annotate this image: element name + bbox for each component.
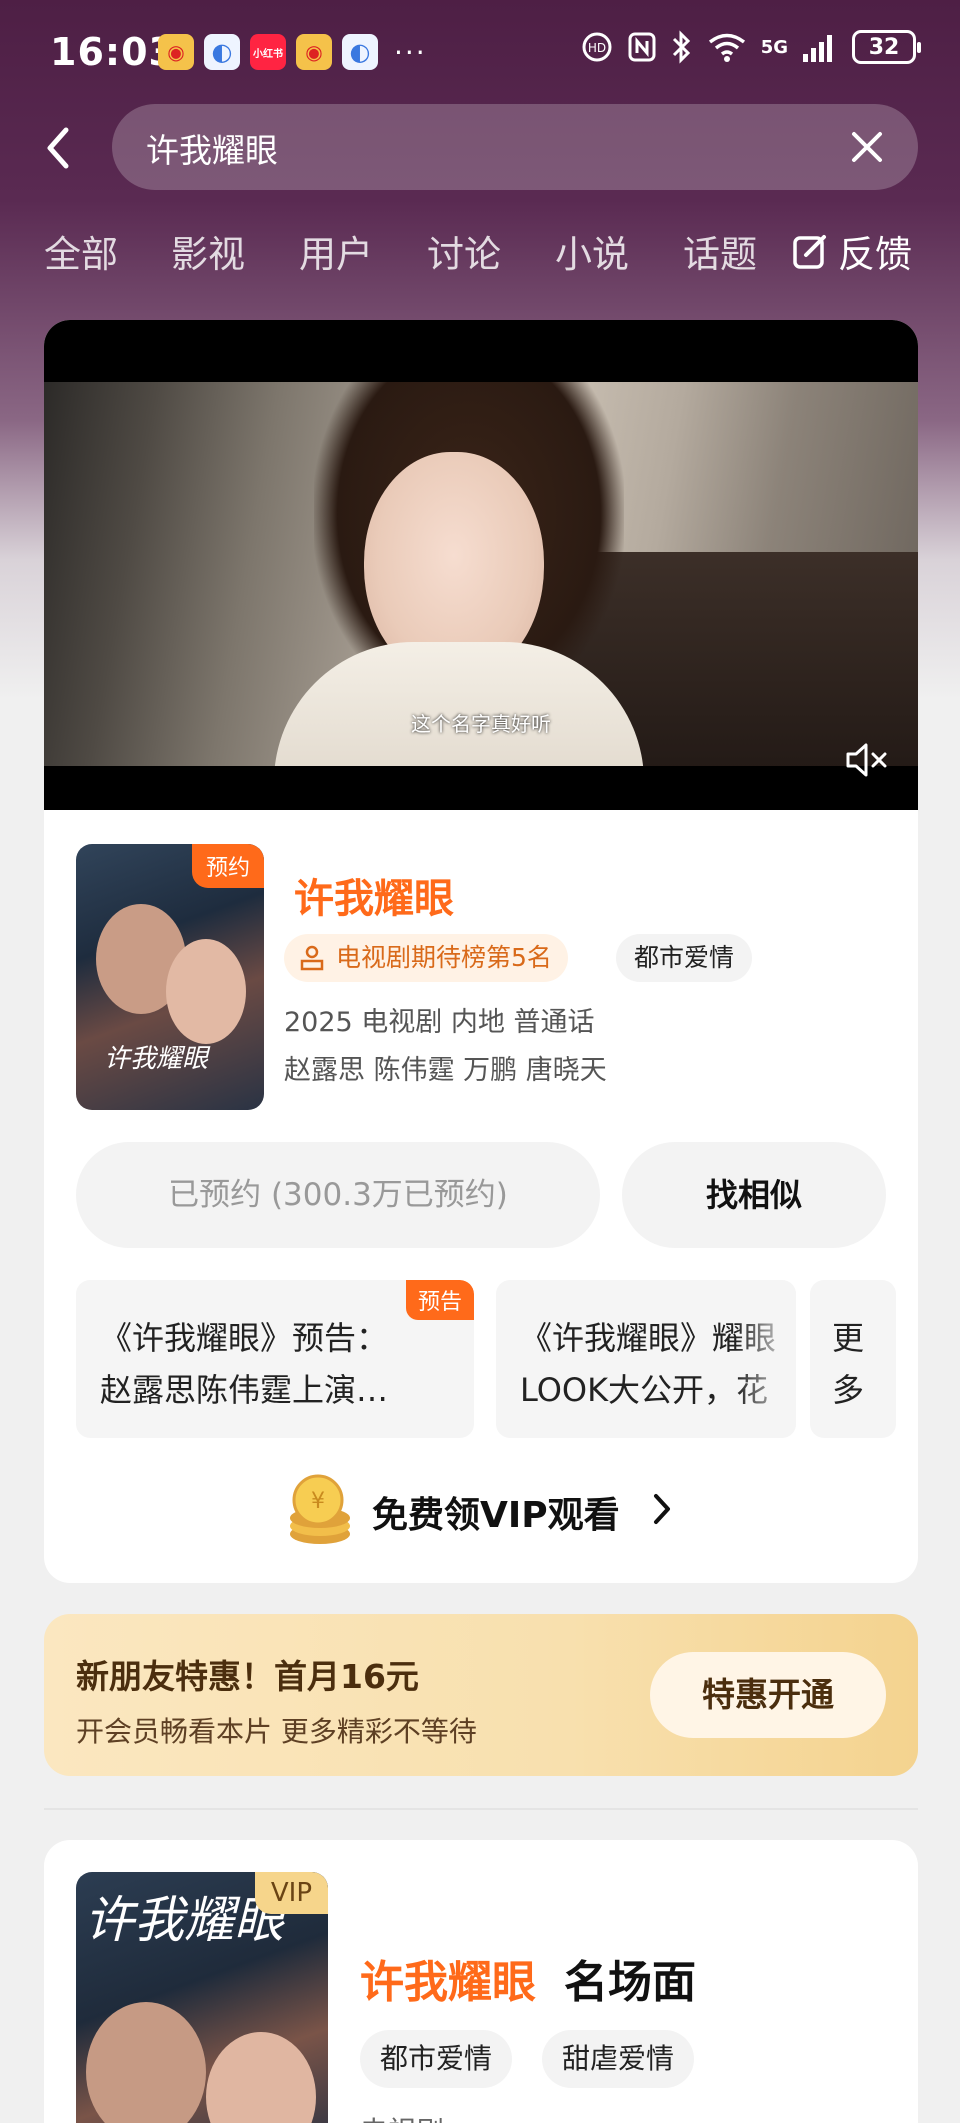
browser-icon: ◐ [204, 34, 240, 70]
divider [44, 1808, 918, 1810]
gold-coin-icon: ¥ [290, 1474, 350, 1544]
poster-figure [206, 2032, 316, 2123]
more-notifications-icon: ··· [394, 35, 427, 69]
clear-search-icon[interactable] [846, 126, 888, 168]
find-similar-button[interactable]: 找相似 [622, 1142, 886, 1248]
browser-icon: ◐ [342, 34, 378, 70]
svg-text:HD: HD [588, 41, 606, 55]
poster-figure [86, 2002, 206, 2123]
battery-indicator: 32 [852, 30, 921, 64]
genre-tag[interactable]: 都市爱情 [360, 2030, 513, 2088]
nfc-icon [628, 32, 656, 62]
ranking-label: 电视剧期待榜第5名 [336, 943, 552, 972]
vip-badge: VIP [254, 1872, 328, 1914]
promo-activate-button[interactable]: 特惠开通 [650, 1652, 886, 1738]
reserve-badge: 预约 [191, 844, 264, 888]
poster-title: 许我耀眼 [104, 1044, 209, 1074]
tab-users[interactable]: 用户 [299, 224, 373, 278]
free-vip-link[interactable]: ¥ 免费领VIP观看 [44, 1464, 918, 1554]
xiaohongshu-icon: 小红书 [250, 34, 286, 70]
weibo-icon: ◉ [296, 34, 332, 70]
clip-title: 《许我耀眼》预告： 赵露思陈伟霆上演… [100, 1312, 450, 1416]
search-results-screen: 16:03 ◉ ◐ 小红书 ◉ ◐ ··· HD 5G 32 许我耀眼 全部 影… [0, 0, 960, 2123]
show-meta: 2025 电视剧 内地 普通话 [284, 1007, 595, 1038]
highlights-result-card[interactable]: 许我耀眼 VIP 许我耀眼 名场面 都市爱情 甜虐爱情 电视剧 [44, 1840, 918, 2123]
highlights-type: 电视剧 [360, 2110, 444, 2123]
clip-card[interactable]: 《许我耀眼》耀眼 LOOK大公开，花 [496, 1280, 796, 1438]
edit-icon [793, 235, 826, 269]
status-bar: 16:03 ◉ ◐ 小红书 ◉ ◐ ··· HD 5G 32 [0, 0, 960, 100]
tab-topics[interactable]: 话题 [683, 224, 757, 278]
highlights-title[interactable]: 许我耀眼 [360, 1946, 536, 2010]
feedback-button[interactable]: 反馈 [792, 224, 912, 278]
wifi-icon [708, 33, 745, 62]
chevron-right-icon [654, 1494, 670, 1524]
more-clips-button[interactable]: 更多 [810, 1280, 896, 1438]
feedback-label: 反馈 [838, 233, 912, 276]
mute-icon[interactable] [844, 740, 890, 780]
video-frame: 这个名字真好听 [44, 382, 918, 766]
search-input[interactable]: 许我耀眼 [112, 104, 918, 190]
clip-title-line: 赵露思陈伟霆上演… [100, 1371, 389, 1409]
svg-text:¥: ¥ [311, 1489, 325, 1514]
show-title[interactable]: 许我耀眼 [294, 866, 454, 924]
weibo-icon: ◉ [158, 34, 194, 70]
tab-novels[interactable]: 小说 [555, 224, 629, 278]
membership-promo-banner[interactable]: 新朋友特惠！首月16元 开会员畅看本片 更多精彩不等待 特惠开通 [44, 1614, 918, 1776]
clip-title-line: 《许我耀眼》预告： [100, 1319, 389, 1357]
video-subtitle: 这个名字真好听 [411, 712, 551, 736]
promo-subtitle: 开会员畅看本片 更多精彩不等待 [76, 1715, 477, 1748]
show-cast: 赵露思 陈伟霆 万鹏 唐晓天 [284, 1055, 607, 1086]
show-poster[interactable]: 许我耀眼 预约 [76, 844, 264, 1110]
highlights-label: 名场面 [564, 1957, 696, 2008]
bluetooth-icon [672, 30, 690, 64]
signal-icon [803, 35, 832, 62]
more-clips-label: 更多 [832, 1319, 865, 1409]
trailer-badge: 预告 [405, 1280, 474, 1320]
video-player[interactable]: 这个名字真好听 [44, 320, 918, 810]
tab-discussion[interactable]: 讨论 [427, 224, 501, 278]
clip-card[interactable]: 《许我耀眼》预告： 赵露思陈伟霆上演… 预告 [76, 1280, 474, 1438]
promo-title: 新朋友特惠！首月16元 [76, 1657, 419, 1696]
podium-icon [300, 945, 324, 971]
back-arrow-icon[interactable] [38, 122, 82, 174]
clip-fade [736, 1280, 796, 1438]
category-tabs: 全部 影视 用户 讨论 小说 话题 反馈 [0, 224, 960, 284]
notification-icons: ◉ ◐ 小红书 ◉ ◐ ··· [158, 34, 427, 70]
search-query: 许我耀眼 [146, 131, 278, 170]
genre-tag[interactable]: 甜虐爱情 [542, 2030, 695, 2088]
tab-film-tv[interactable]: 影视 [171, 224, 245, 278]
highlights-poster[interactable]: 许我耀眼 VIP [76, 1872, 328, 2123]
reserved-button[interactable]: 已预约 (300.3万已预约) [76, 1142, 600, 1248]
show-result-card: 这个名字真好听 许我耀眼 预约 许我耀眼 电视剧期待榜第5名 都市爱情 2025… [44, 320, 918, 1583]
ranking-tag[interactable]: 电视剧期待榜第5名 [284, 934, 568, 982]
genre-tag[interactable]: 都市爱情 [616, 934, 753, 982]
network-type: 5G [760, 36, 788, 58]
free-vip-label: 免费领VIP观看 [372, 1495, 620, 1536]
poster-figure [166, 939, 246, 1044]
system-status: HD 5G 32 [581, 30, 921, 64]
search-bar: 许我耀眼 [0, 104, 960, 192]
hd-call-icon: HD [582, 32, 612, 62]
tab-all[interactable]: 全部 [44, 224, 118, 278]
